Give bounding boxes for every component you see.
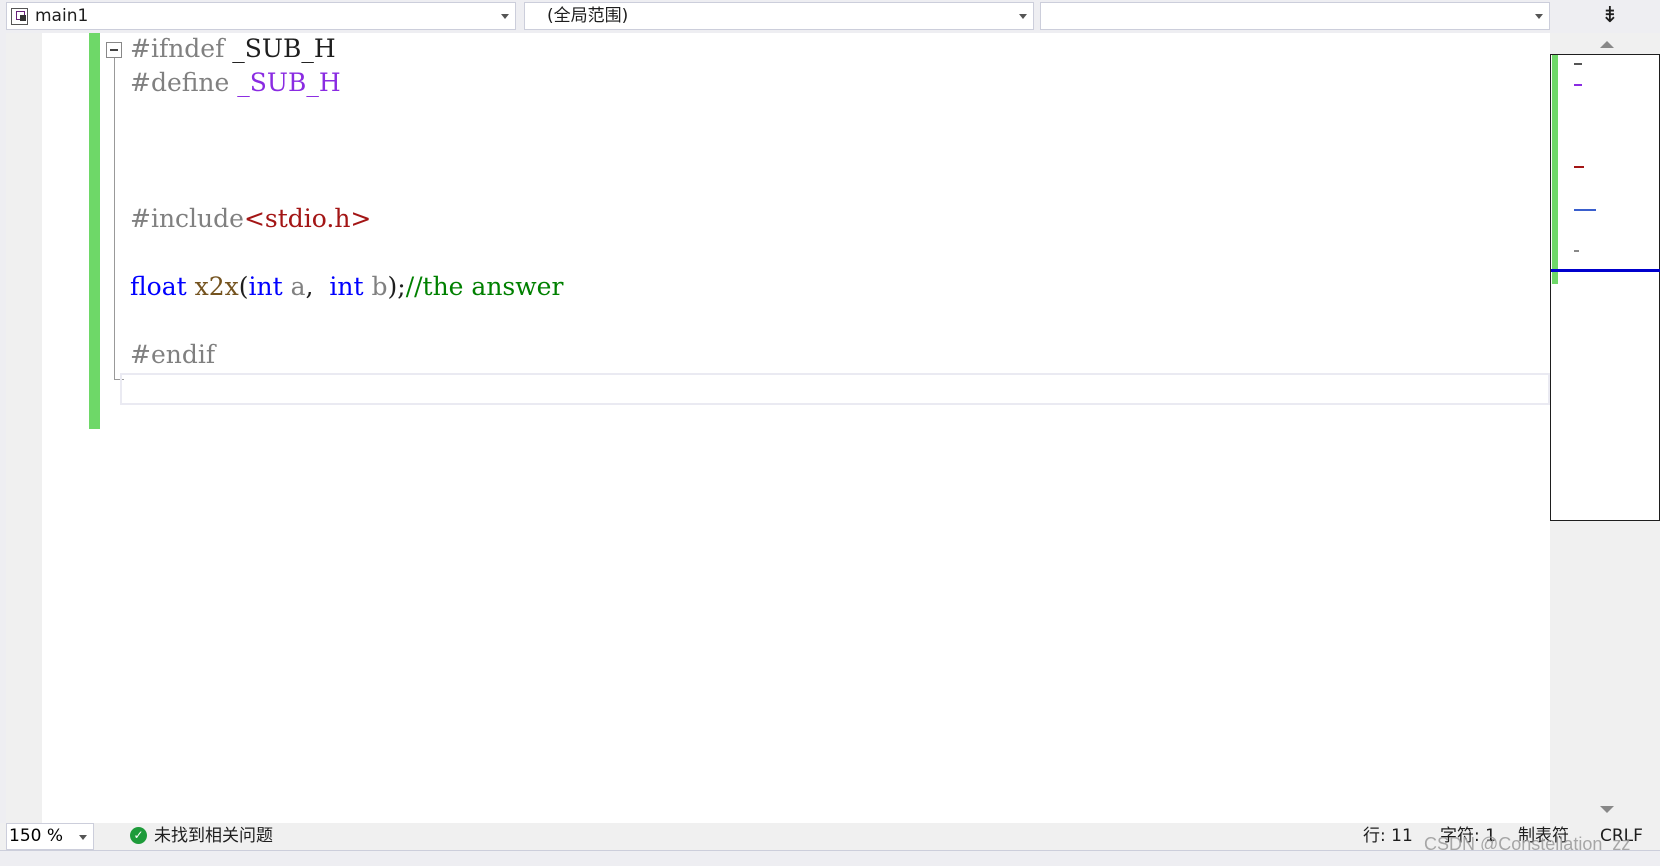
scope-dropdown-label: (全局范围) [547, 6, 629, 26]
code-token: int [248, 272, 283, 301]
code-token: ( [238, 272, 249, 301]
bottom-border [0, 850, 1660, 866]
chevron-down-icon [1019, 14, 1027, 19]
code-line[interactable]: #include<stdio.h> [130, 201, 371, 237]
code-token: //the answer [405, 272, 564, 301]
collapse-region-icon[interactable] [106, 42, 122, 58]
navigation-bar: main1 (全局范围) ⇟ [0, 0, 1660, 33]
code-token: #include [130, 204, 244, 233]
code-token: _SUB_H [237, 68, 341, 97]
code-line[interactable]: float x2x(int a, int b);//the answer [130, 269, 563, 305]
vertical-scrollbar[interactable] [1550, 33, 1660, 823]
map-code-mark [1574, 209, 1596, 211]
map-code-mark [1574, 166, 1584, 168]
map-code-mark [1574, 84, 1582, 86]
code-token: , [305, 272, 330, 301]
code-token: x2x [194, 272, 239, 301]
code-token: #endif [130, 340, 216, 369]
code-token: a [290, 272, 306, 301]
map-caret-line [1551, 269, 1660, 272]
scope-dropdown[interactable]: (全局范围) [524, 2, 1034, 30]
code-line[interactable]: #define _SUB_H [130, 65, 341, 101]
check-circle-icon[interactable]: ✓ [130, 827, 147, 844]
glyph-margin[interactable] [6, 33, 42, 823]
chevron-down-icon [1535, 14, 1543, 19]
code-token: int [329, 272, 364, 301]
split-window-icon[interactable]: ⇟ [1594, 2, 1626, 30]
scroll-up-icon[interactable] [1600, 41, 1614, 48]
code-editor[interactable]: #ifndef _SUB_H #define _SUB_H #include<s… [6, 33, 1550, 823]
code-token: _SUB_H [232, 34, 336, 63]
outlining-line [114, 58, 115, 380]
code-token: float [130, 272, 187, 301]
chevron-down-icon [79, 835, 87, 840]
code-token: <stdio.h> [243, 204, 372, 233]
code-token: #define [130, 68, 238, 97]
map-code-mark [1574, 250, 1579, 252]
code-token: b [371, 272, 388, 301]
file-dropdown-label: main1 [35, 6, 89, 26]
change-tracking-bar [89, 33, 100, 429]
scroll-down-icon[interactable] [1600, 806, 1614, 813]
zoom-level: 150 % [9, 826, 64, 846]
member-dropdown[interactable] [1040, 2, 1550, 30]
project-file-icon [11, 8, 28, 25]
current-line-highlight [120, 373, 1550, 405]
editor-status-bar: 150 % ✓ 未找到相关问题 行: 11 字符: 1 制表符 CRLF [0, 823, 1660, 850]
scrollbar-map[interactable] [1550, 54, 1660, 521]
file-dropdown[interactable]: main1 [6, 2, 516, 30]
chevron-down-icon [501, 14, 509, 19]
code-line[interactable]: #ifndef _SUB_H [130, 31, 336, 67]
map-code-mark [1574, 63, 1582, 65]
issues-status[interactable]: 未找到相关问题 [154, 823, 273, 850]
code-token: ); [387, 272, 406, 301]
code-token: #ifndef [130, 34, 233, 63]
code-line[interactable]: #endif [130, 337, 215, 373]
line-indicator[interactable]: 行: 11 [1363, 823, 1413, 850]
map-change-bar [1552, 55, 1558, 284]
zoom-dropdown[interactable]: 150 % [6, 823, 94, 850]
